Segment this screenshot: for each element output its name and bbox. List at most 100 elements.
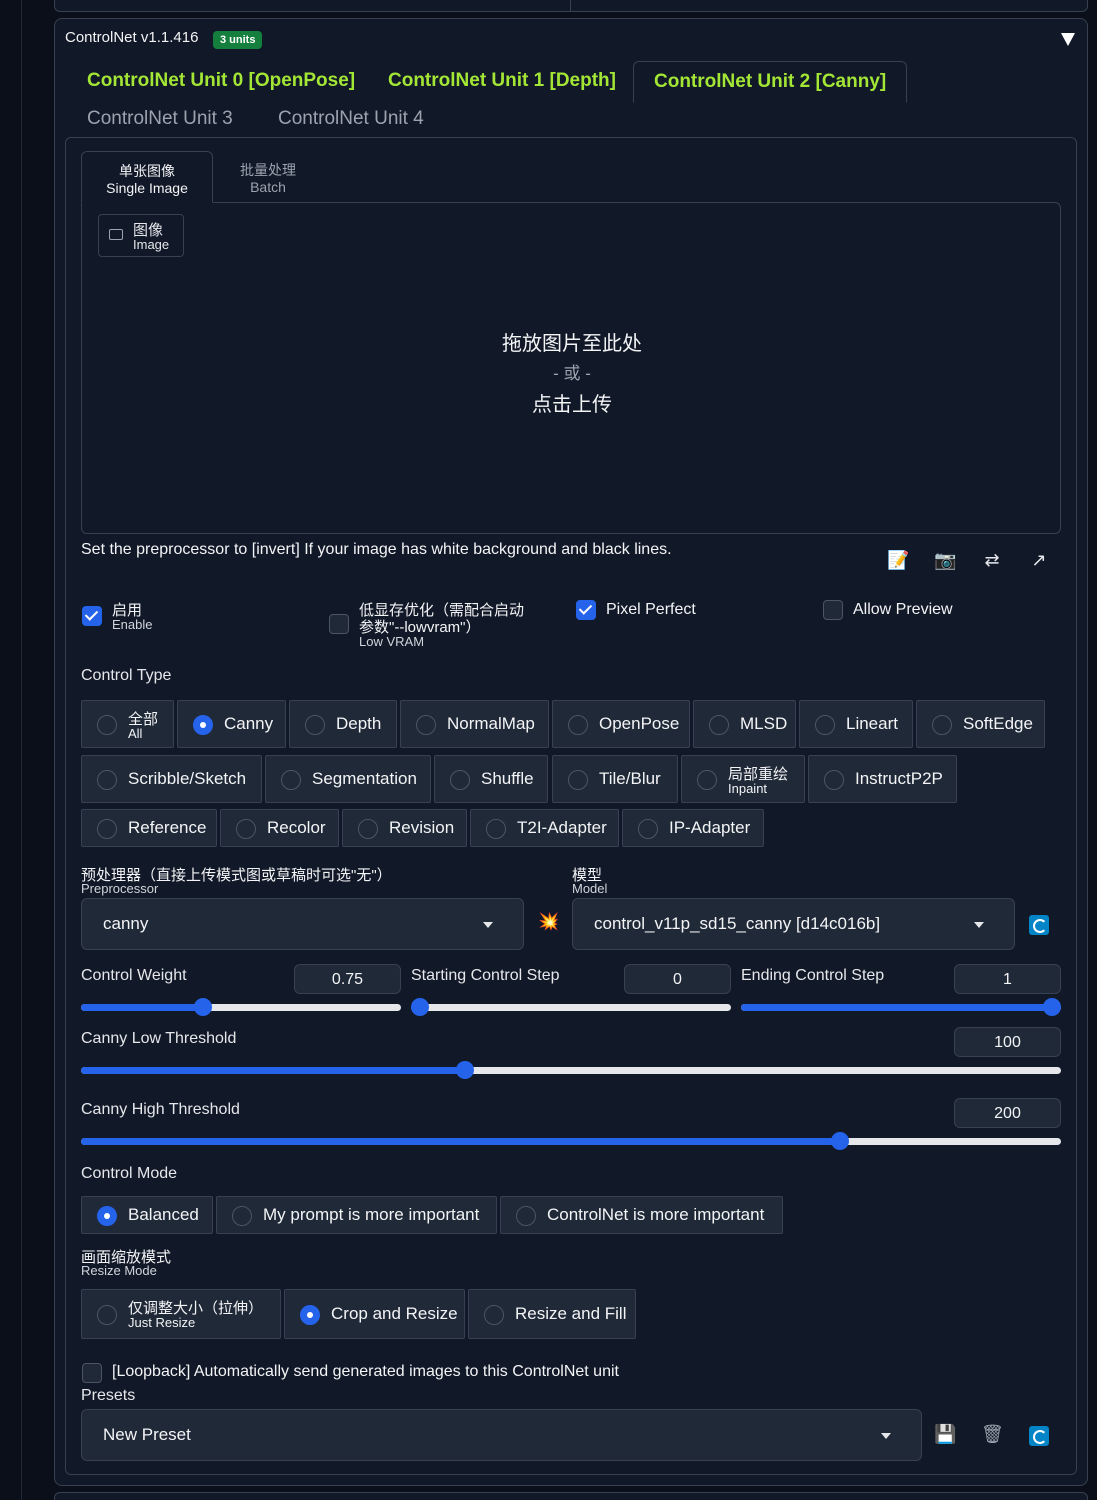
image-drop-zone[interactable]: 图像 Image 拖放图片至此处 - 或 - 点击上传 (81, 202, 1061, 534)
collapse-triangle-icon[interactable] (1061, 33, 1075, 46)
save-preset-icon[interactable]: 💾 (934, 1424, 956, 1445)
run-preprocessor-icon[interactable]: 💥 (538, 912, 559, 932)
control-type-canny[interactable]: Canny (177, 700, 286, 748)
slider-thumb[interactable] (831, 1132, 850, 1150)
resize-mode-crop-and-resize[interactable]: Crop and Resize (284, 1289, 465, 1339)
radio-dot (697, 770, 717, 790)
radio-dot (638, 819, 658, 839)
allow-preview-checkbox[interactable] (823, 600, 843, 620)
radio-dot (932, 715, 952, 735)
control-type-depth[interactable]: Depth (289, 700, 397, 748)
slider-track (411, 1004, 731, 1011)
control-weight-slider[interactable] (81, 998, 401, 1018)
tab-single-image[interactable]: 单张图像 Single Image (81, 151, 213, 203)
slider-thumb[interactable] (194, 998, 213, 1016)
control-type-instructp2p[interactable]: InstructP2P (808, 755, 957, 803)
canny-low-input[interactable]: 100 (954, 1027, 1061, 1057)
unit-2-body: 单张图像 Single Image 批量处理 Batch 图像 Image 拖放… (65, 137, 1077, 1475)
allow-preview-label: Allow Preview (853, 601, 953, 618)
radio-dot (97, 819, 117, 839)
control-type-shuffle-label: Shuffle (481, 769, 534, 788)
control-type-all-en: All (128, 726, 143, 741)
radio-dot-selected (300, 1305, 320, 1325)
refresh-models-icon[interactable] (1029, 915, 1049, 935)
model-dropdown[interactable]: control_v11p_sd15_canny [d14c016b] (572, 898, 1015, 950)
send-dimensions-icon[interactable]: ↗ (1028, 549, 1050, 571)
control-type-all[interactable]: 全部 All (81, 700, 174, 748)
resize-mode-resize-and-fill[interactable]: Resize and Fill (468, 1289, 636, 1339)
control-mode-balanced[interactable]: Balanced (81, 1196, 213, 1234)
radio-dot (815, 715, 835, 735)
tab-unit-1[interactable]: ControlNet Unit 1 [Depth] (368, 61, 636, 101)
control-type-instructp2p-label: InstructP2P (855, 769, 943, 788)
ending-step-slider[interactable] (741, 998, 1061, 1018)
control-type-lineart[interactable]: Lineart (799, 700, 913, 748)
control-weight-input[interactable]: 0.75 (294, 964, 401, 994)
slider-thumb[interactable] (456, 1061, 475, 1079)
starting-step-slider[interactable] (411, 998, 731, 1018)
radio-dot (97, 1305, 117, 1325)
radio-dot (281, 770, 301, 790)
control-type-tileblur[interactable]: Tile/Blur (552, 755, 678, 803)
radio-dot (358, 819, 378, 839)
control-type-inpaint[interactable]: 局部重绘 Inpaint (681, 755, 805, 803)
radio-dot (709, 715, 729, 735)
control-type-reference[interactable]: Reference (81, 809, 217, 847)
control-mode-controlnet[interactable]: ControlNet is more important (500, 1196, 783, 1234)
control-type-softedge[interactable]: SoftEdge (916, 700, 1045, 748)
control-type-recolor[interactable]: Recolor (220, 809, 339, 847)
control-type-inpaint-en: Inpaint (728, 781, 768, 796)
radio-dot-selected (97, 1206, 117, 1226)
tab-unit-3[interactable]: ControlNet Unit 3 (67, 99, 253, 139)
camera-icon[interactable]: 📷 (934, 549, 956, 571)
swap-icon[interactable]: ⇄ (981, 549, 1003, 571)
control-type-openpose[interactable]: OpenPose (552, 700, 690, 748)
control-type-tileblur-label: Tile/Blur (599, 769, 661, 788)
radio-dot (824, 770, 844, 790)
control-type-segmentation[interactable]: Segmentation (265, 755, 431, 803)
starting-step-input[interactable]: 0 (624, 964, 731, 994)
control-type-revision[interactable]: Revision (342, 809, 467, 847)
low-vram-checkbox[interactable] (329, 614, 349, 634)
chevron-down-icon (974, 922, 984, 928)
canny-high-slider[interactable] (81, 1132, 1061, 1152)
control-type-t2i-adapter[interactable]: T2I-Adapter (470, 809, 619, 847)
preprocessor-dropdown[interactable]: canny (81, 898, 524, 950)
ending-step-input[interactable]: 1 (954, 964, 1061, 994)
pixel-perfect-checkbox[interactable] (576, 600, 596, 620)
control-type-mlsd[interactable]: MLSD (693, 700, 796, 748)
ending-step-label: Ending Control Step (741, 967, 885, 984)
chevron-down-icon (483, 922, 493, 928)
controlnet-panel: ControlNet v1.1.416 3 units ControlNet U… (54, 18, 1088, 1486)
control-type-normalmap[interactable]: NormalMap (400, 700, 549, 748)
control-mode-prompt[interactable]: My prompt is more important (216, 1196, 497, 1234)
enable-checkbox[interactable] (82, 606, 102, 626)
edit-icon[interactable]: 📝 (887, 549, 909, 571)
canny-low-slider[interactable] (81, 1061, 1061, 1081)
tab-batch[interactable]: 批量处理 Batch (213, 151, 323, 203)
presets-dropdown[interactable]: New Preset (81, 1409, 922, 1461)
tab-unit-0[interactable]: ControlNet Unit 0 [OpenPose] (67, 61, 375, 101)
radio-dot (236, 819, 256, 839)
control-type-ip-adapter[interactable]: IP-Adapter (622, 809, 764, 847)
control-type-revision-label: Revision (389, 818, 455, 837)
controlnet-title[interactable]: ControlNet v1.1.416 (65, 29, 198, 46)
refresh-presets-icon[interactable] (1029, 1426, 1049, 1446)
canny-high-label: Canny High Threshold (81, 1101, 240, 1118)
loopback-checkbox[interactable] (82, 1363, 102, 1383)
tab-batch-en: Batch (250, 179, 286, 195)
slider-thumb[interactable] (1043, 998, 1061, 1016)
resize-mode-label-en: Resize Mode (81, 1263, 157, 1278)
slider-thumb[interactable] (411, 998, 429, 1016)
tab-unit-4[interactable]: ControlNet Unit 4 (258, 99, 444, 139)
low-vram-label-en: Low VRAM (359, 634, 425, 649)
resize-mode-just-resize[interactable]: 仅调整大小（拉伸） Just Resize (81, 1289, 281, 1339)
control-type-softedge-label: SoftEdge (963, 714, 1033, 733)
units-badge: 3 units (213, 31, 263, 49)
control-type-lineart-label: Lineart (846, 714, 898, 733)
control-type-shuffle[interactable]: Shuffle (434, 755, 548, 803)
delete-preset-icon[interactable]: 🗑 (981, 1424, 1004, 1445)
tab-unit-2[interactable]: ControlNet Unit 2 [Canny] (633, 61, 908, 103)
canny-high-input[interactable]: 200 (954, 1098, 1061, 1128)
control-type-scribble[interactable]: Scribble/Sketch (81, 755, 262, 803)
